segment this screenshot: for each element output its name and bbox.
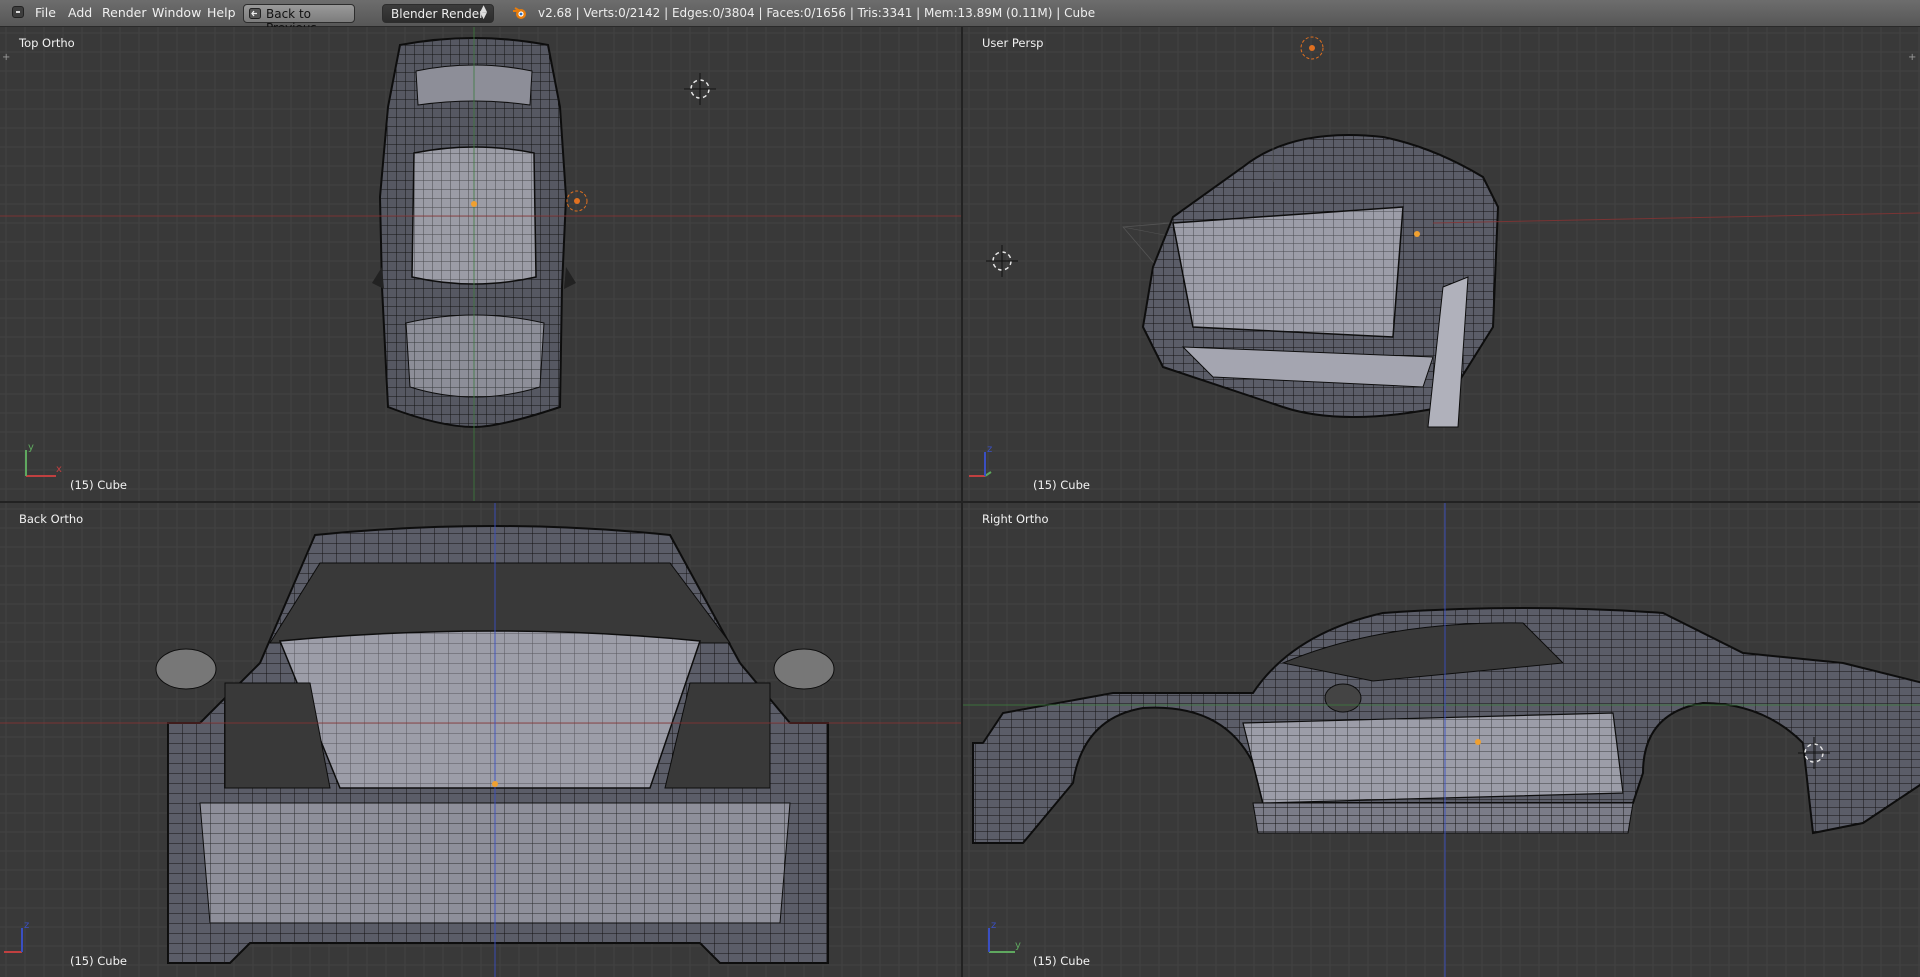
car-mesh-side-view[interactable] [963,503,1920,977]
car-mesh-back-view[interactable] [0,503,961,977]
viewport-name: User Persp [982,36,1044,50]
svg-text:x: x [56,464,62,475]
viewport-name: Right Ortho [982,512,1049,526]
viewport-user-persp[interactable]: z User Persp (15) Cube + [963,27,1920,501]
viewport-right-ortho[interactable]: y z Right Ortho (15) Cube [963,503,1920,977]
svg-text:z: z [24,920,29,931]
svg-text:z: z [987,444,992,455]
car-mesh-perspective-view[interactable] [963,27,1920,501]
axis-gizmo-xz: z [969,444,992,477]
lamp-object [566,190,588,212]
render-engine-select[interactable]: Blender Render ▲ ▼ [382,4,494,23]
viewport-top-ortho[interactable]: x y Top Ortho (15) Cube + [0,27,961,501]
car-mesh-top-view[interactable] [0,27,961,501]
info-header: File Add Render Window Help Back to Prev… [0,0,1920,35]
active-object-label: (15) Cube [1033,478,1090,492]
active-object-label: (15) Cube [70,954,127,968]
menu-help[interactable]: Help [207,5,236,20]
editor-type-icon[interactable] [12,6,24,18]
viewport-divider-horizontal[interactable] [0,501,1920,503]
axis-gizmo-xy: x y [25,442,62,477]
svg-text:y: y [1015,940,1021,951]
3d-cursor [986,245,1018,277]
active-object-label: (15) Cube [70,478,127,492]
region-toggle-icon[interactable]: + [1908,53,1918,63]
lamp-object [1300,36,1324,60]
viewport-back-ortho[interactable]: z Back Ortho (15) Cube [0,503,961,977]
menu-file[interactable]: File [35,5,56,20]
svg-text:z: z [991,920,996,931]
region-toggle-icon[interactable]: + [2,53,12,63]
viewport-name: Back Ortho [19,512,84,526]
render-engine-label: Blender Render [391,7,485,21]
select-arrows-icon: ▲ ▼ [480,4,487,21]
viewport-name: Top Ortho [19,36,75,50]
scene-statistics: v2.68 | Verts:0/2142 | Edges:0/3804 | Fa… [538,6,1096,20]
axis-gizmo-yz: y z [988,920,1021,953]
menu-add[interactable]: Add [68,5,92,20]
3d-cursor [684,73,716,105]
blender-logo-icon [513,7,526,19]
axis-gizmo-xz: z [4,920,29,953]
menu-render[interactable]: Render [102,5,147,20]
back-to-previous-button[interactable]: Back to Previous [243,4,355,35]
active-object-label: (15) Cube [1033,954,1090,968]
svg-text:y: y [28,442,34,453]
menu-window[interactable]: Window [152,5,201,20]
back-arrow-icon [249,8,261,19]
